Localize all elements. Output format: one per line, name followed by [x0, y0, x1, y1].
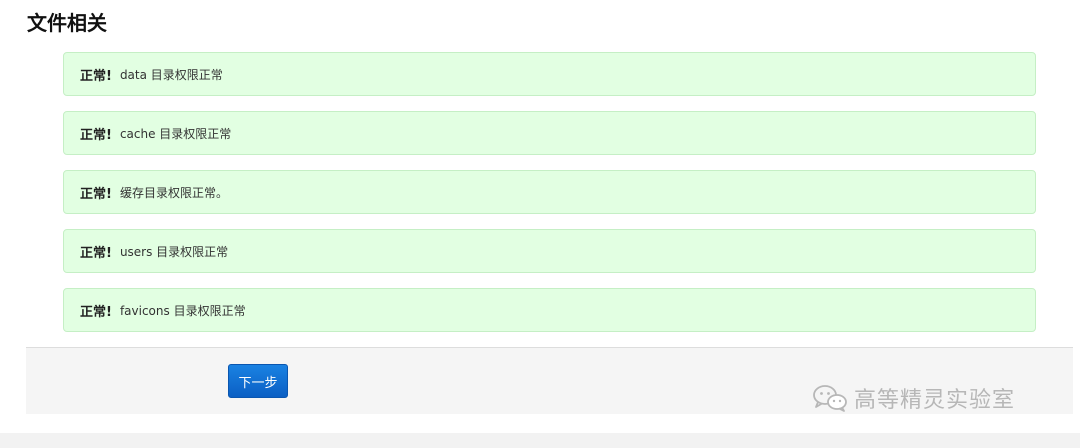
alert-message: data 目录权限正常 — [119, 67, 223, 82]
alert-status-label: 正常! — [80, 304, 112, 320]
alert-data-dir: 正常! data 目录权限正常 — [63, 52, 1036, 96]
next-step-button[interactable]: 下一步 — [228, 364, 288, 398]
bottom-strip — [0, 433, 1080, 448]
alert-status-label: 正常! — [80, 68, 112, 84]
alert-message: favicons 目录权限正常 — [119, 303, 246, 318]
section-title: 文件相关 — [27, 11, 107, 35]
alert-status-label: 正常! — [80, 186, 112, 202]
alert-message: 缓存目录权限正常。 — [119, 185, 228, 200]
watermark-text: 高等精灵实验室 — [854, 388, 1016, 413]
alert-message: users 目录权限正常 — [119, 244, 229, 259]
alert-users-dir: 正常! users 目录权限正常 — [63, 229, 1036, 273]
alert-favicons-dir: 正常! favicons 目录权限正常 — [63, 288, 1036, 332]
alert-status-label: 正常! — [80, 245, 112, 261]
watermark: 高等精灵实验室 — [812, 382, 1015, 414]
alert-message: cache 目录权限正常 — [119, 126, 232, 141]
wechat-icon — [813, 385, 847, 412]
alert-cache-dir: 正常! cache 目录权限正常 — [63, 111, 1036, 155]
alert-cache-storage-dir: 正常! 缓存目录权限正常。 — [63, 170, 1036, 214]
alert-list: 正常! data 目录权限正常 正常! cache 目录权限正常 正常! 缓存目… — [63, 52, 1036, 347]
alert-status-label: 正常! — [80, 127, 112, 143]
